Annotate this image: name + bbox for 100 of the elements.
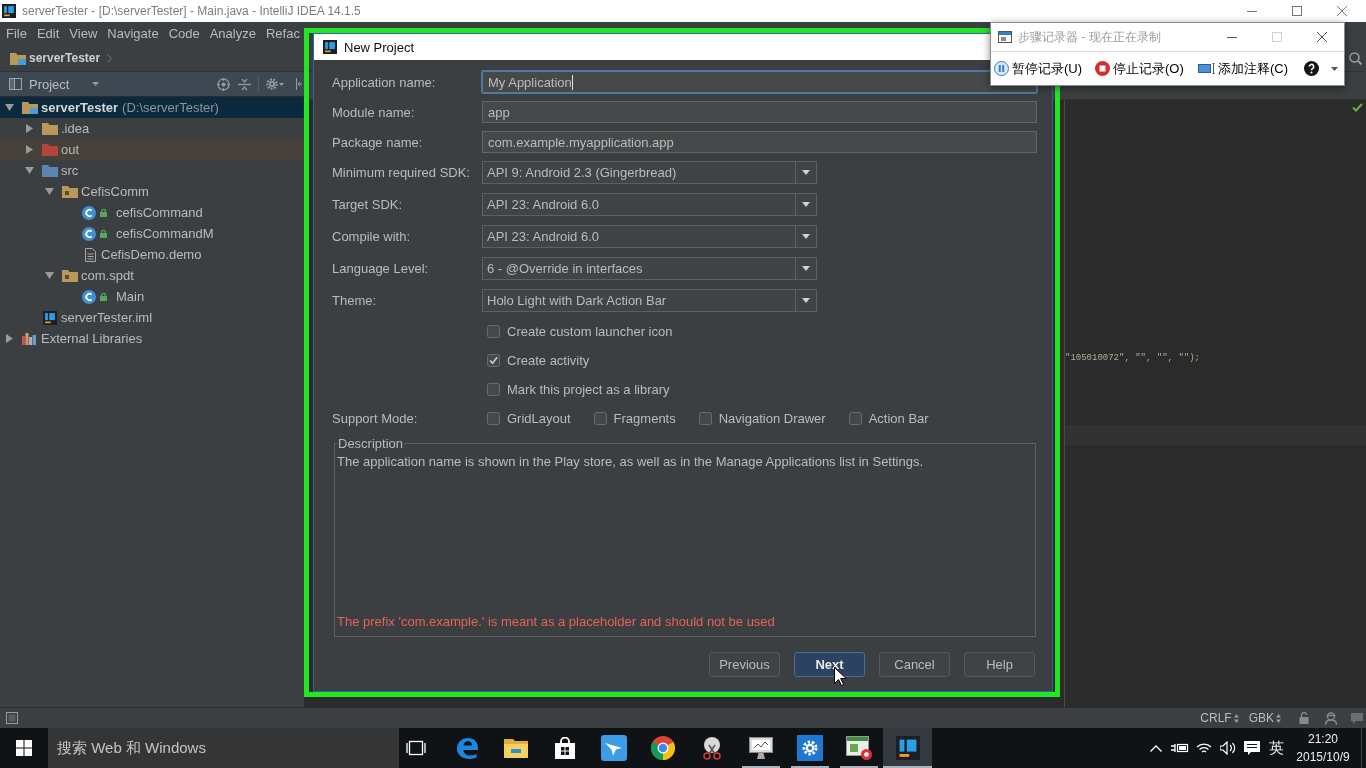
arrow-right-icon[interactable] — [25, 124, 33, 133]
chevron-right-icon — [107, 53, 113, 63]
field-label: Compile with: — [332, 229, 412, 244]
arrow-down-icon[interactable] — [44, 188, 54, 195]
collapse-all-icon[interactable] — [238, 77, 251, 91]
checkbox-label[interactable]: GridLayout — [507, 411, 571, 426]
maximize-icon[interactable] — [1291, 6, 1302, 16]
text-field[interactable]: app — [482, 101, 1037, 123]
checkbox-label[interactable]: Fragments — [613, 411, 676, 426]
checkbox[interactable] — [487, 412, 500, 425]
lock-icon[interactable] — [1299, 712, 1309, 724]
description-text: The application name is shown in the Play store, as well as in the Manage Applications list in Settings. — [337, 454, 925, 469]
dropdown[interactable]: 6 - @Override in interfaces — [482, 257, 817, 280]
wifi-icon[interactable] — [1196, 742, 1212, 754]
field-label: Package name: — [332, 134, 424, 150]
close-icon[interactable] — [1316, 32, 1327, 42]
module-folder-icon — [22, 101, 38, 114]
field-label: Module name: — [332, 104, 416, 120]
comment-icon — [1198, 63, 1215, 74]
taskbar-app[interactable] — [883, 728, 932, 768]
text-field[interactable]: com.example.myapplication.app — [482, 131, 1037, 153]
close-icon[interactable] — [1336, 6, 1347, 16]
arrow-down-icon[interactable] — [4, 104, 14, 111]
input-method-indicator[interactable]: 英 — [1264, 738, 1288, 758]
dialog-button[interactable]: Cancel — [879, 652, 950, 677]
person-icon[interactable] — [1325, 711, 1337, 725]
tree-item[interactable]: Main — [0, 286, 304, 307]
stop-record-button[interactable]: 停止记录(O) — [1092, 55, 1195, 82]
search-field[interactable]: 搜索 Web 和 Windows — [48, 728, 399, 768]
notification-icon[interactable] — [1244, 740, 1260, 756]
chevron-up-icon[interactable] — [1150, 744, 1162, 752]
menu-item[interactable]: Navigate — [102, 22, 164, 45]
line-separator-selector[interactable]: CRLF — [1200, 711, 1239, 725]
dropdown[interactable]: API 23: Android 6.0 — [482, 193, 817, 216]
menu-item[interactable]: Refac — [260, 22, 305, 45]
window-title: 步骤记录器 - 现在正在录制 — [1018, 28, 1161, 46]
tree-item[interactable]: cefisCommand — [0, 202, 304, 223]
tree-item[interactable]: External Libraries — [0, 328, 304, 349]
dropdown[interactable]: API 23: Android 6.0 — [482, 225, 817, 248]
hide-panel-icon[interactable] — [296, 78, 302, 90]
checkbox-label[interactable]: Action Bar — [868, 411, 929, 426]
arrow-right-icon[interactable] — [25, 145, 33, 154]
search-icon[interactable] — [1349, 51, 1362, 65]
arrow-down-icon[interactable] — [24, 167, 34, 174]
menu-item[interactable]: File — [1, 22, 32, 45]
updown-icon — [1233, 713, 1239, 723]
field-label: Target SDK: — [332, 197, 404, 212]
edge-icon — [455, 737, 478, 759]
volume-icon[interactable] — [1220, 741, 1236, 755]
checkbox-label[interactable]: Mark this project as a library — [507, 382, 670, 397]
checkbox[interactable] — [593, 412, 607, 425]
checkbox-label[interactable]: Create custom launcher icon — [507, 324, 673, 339]
encoding-selector[interactable]: GBK — [1248, 711, 1281, 725]
arrow-right-icon[interactable] — [5, 334, 13, 343]
dropdown[interactable]: API 9: Android 2.3 (Gingerbread) — [482, 161, 817, 184]
dialog-button[interactable]: Previous — [709, 652, 780, 677]
menu-item[interactable]: View — [64, 22, 103, 45]
tree-item[interactable]: CefisComm — [0, 181, 304, 202]
caret-down-icon[interactable] — [1331, 66, 1338, 71]
tree-item[interactable]: cefisCommandM — [0, 223, 304, 244]
locate-icon[interactable] — [217, 77, 230, 91]
tree-item[interactable]: CefisDemo.demo — [0, 244, 304, 265]
breadcrumb-item[interactable]: serverTester — [29, 51, 101, 65]
power-plug-icon[interactable] — [1171, 742, 1189, 754]
windows-logo-icon[interactable] — [16, 740, 32, 756]
minimize-icon[interactable] — [1246, 10, 1257, 12]
checkbox-label[interactable]: Create activity — [507, 353, 590, 368]
app-logo-icon — [895, 736, 920, 760]
folder-icon — [503, 738, 528, 758]
help-icon — [1304, 61, 1319, 76]
dialog-button[interactable]: Help — [964, 652, 1035, 677]
cursor-icon — [834, 667, 846, 686]
checkbox[interactable] — [487, 383, 500, 396]
tree-item[interactable]: com.spdt — [0, 265, 304, 286]
clock[interactable]: 21:20 2015/10/9 — [1295, 730, 1351, 766]
gear-icon — [796, 735, 823, 761]
task-view-icon[interactable] — [405, 740, 427, 756]
tree-item[interactable]: src — [0, 160, 304, 181]
tree-item[interactable]: .idea — [0, 118, 304, 139]
tool-windows-icon[interactable] — [6, 712, 18, 724]
checkbox[interactable] — [698, 412, 712, 425]
tree-item[interactable]: serverTester.iml — [0, 307, 304, 328]
dialog-button[interactable]: Next — [794, 652, 865, 677]
dropdown[interactable]: Holo Light with Dark Action Bar — [482, 289, 817, 312]
checkbox[interactable] — [487, 354, 500, 367]
checkbox-label[interactable]: Navigation Drawer — [718, 411, 826, 426]
minimize-icon[interactable] — [1226, 36, 1237, 38]
menu-item[interactable]: Edit — [31, 22, 65, 45]
checkbox[interactable] — [848, 412, 862, 425]
field-label: Support Mode: — [332, 411, 419, 426]
add-comment-button[interactable]: 添加注释(C) — [1195, 55, 1301, 82]
gear-icon[interactable] — [266, 78, 278, 90]
tree-item[interactable]: out — [0, 139, 304, 160]
menu-item[interactable]: Code — [163, 22, 205, 45]
arrow-down-icon[interactable] — [44, 272, 54, 279]
caret-down-icon — [92, 82, 100, 86]
tree-item[interactable]: serverTester (D:\serverTester) — [0, 97, 304, 118]
checkbox[interactable] — [487, 325, 500, 338]
menu-item[interactable]: Analyze — [204, 22, 261, 45]
app-logo-icon — [2, 4, 16, 18]
